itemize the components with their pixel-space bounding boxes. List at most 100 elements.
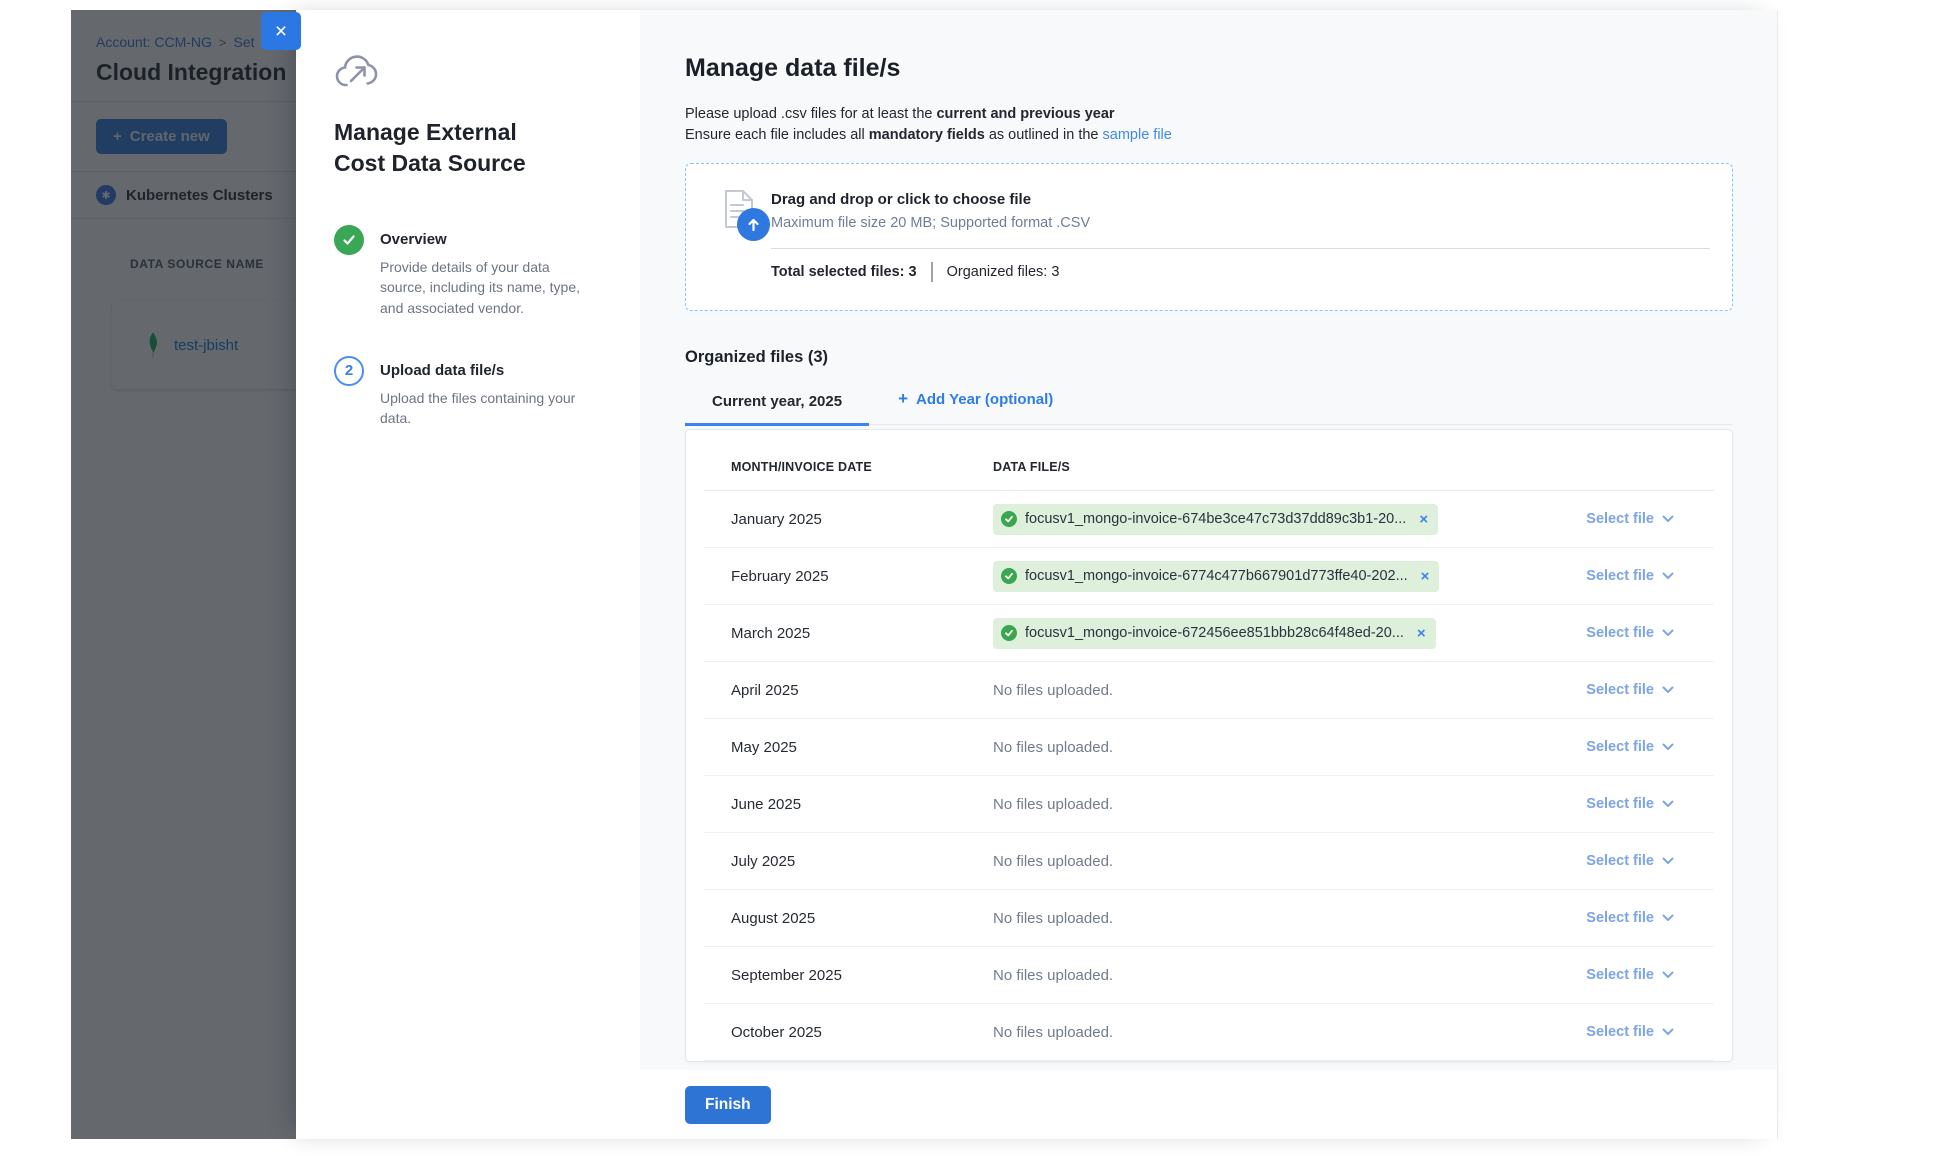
month-label: June 2025 [704, 796, 993, 813]
main-content: Manage data file/s Please upload .csv fi… [640, 10, 1777, 1070]
step-overview[interactable]: Overview Provide details of your data so… [334, 225, 612, 318]
select-file-label: Select file [1586, 796, 1654, 812]
breadcrumb-separator: > [219, 35, 227, 50]
select-file-button[interactable]: Select file [1586, 625, 1674, 641]
tab-kubernetes-clusters[interactable]: ✱ Kubernetes Clusters [71, 172, 296, 219]
chevron-down-icon [1662, 572, 1674, 580]
chevron-down-icon [1662, 515, 1674, 523]
upload-file-icon [723, 189, 775, 245]
select-file-button[interactable]: Select file [1586, 511, 1674, 527]
select-file-button[interactable]: Select file [1586, 796, 1674, 812]
stepper-sidebar: Manage External Cost Data Source Overvie… [296, 10, 640, 1139]
column-header-data-source-name: DATA SOURCE NAME [130, 257, 296, 271]
column-header-data-file: DATA FILE/S [993, 460, 1539, 474]
no-files-text: No files uploaded. [993, 796, 1113, 813]
file-success-check-icon [1001, 625, 1017, 641]
app-window: Account: CCM-NG > Set Cloud Integration + … [71, 10, 1778, 1139]
uploaded-file-chip: focusv1_mongo-invoice-672456ee851bbb28c6… [993, 618, 1436, 649]
finish-button[interactable]: Finish [685, 1086, 771, 1124]
step-upload[interactable]: 2 Upload data file/s Upload the files co… [334, 356, 612, 429]
manage-data-source-drawer: Manage External Cost Data Source Overvie… [296, 10, 1778, 1139]
table-row: August 2025 No files uploaded. Select fi… [704, 890, 1714, 947]
remove-file-icon[interactable]: × [1417, 625, 1426, 642]
chevron-down-icon [1662, 971, 1674, 979]
data-source-row[interactable]: test-jbisht [112, 301, 296, 389]
close-button[interactable]: × [261, 12, 301, 50]
uploaded-file-chip: focusv1_mongo-invoice-674be3ce47c73d37dd… [993, 504, 1438, 535]
page-title: Cloud Integration [96, 59, 296, 86]
table-row: March 2025 focusv1_mongo-invoice-672456e… [704, 605, 1714, 662]
select-file-button[interactable]: Select file [1586, 739, 1674, 755]
select-file-button[interactable]: Select file [1586, 967, 1674, 983]
select-file-label: Select file [1586, 967, 1654, 983]
select-file-button[interactable]: Select file [1586, 568, 1674, 584]
step-overview-description: Provide details of your data source, inc… [380, 257, 594, 318]
divider [71, 171, 296, 172]
month-label: May 2025 [704, 739, 993, 756]
no-files-text: No files uploaded. [993, 739, 1113, 756]
chevron-down-icon [1662, 857, 1674, 865]
close-icon: × [275, 21, 287, 42]
select-file-label: Select file [1586, 739, 1654, 755]
main-title: Manage data file/s [685, 54, 1733, 83]
year-tabs: Current year, 2025 + Add Year (optional) [685, 381, 1733, 425]
month-label: March 2025 [704, 625, 993, 642]
drawer-title: Manage External Cost Data Source [334, 117, 569, 179]
add-year-label: Add Year (optional) [916, 391, 1053, 408]
select-file-button[interactable]: Select file [1586, 1024, 1674, 1040]
mongodb-leaf-icon [144, 332, 162, 358]
organized-files-card: MONTH/INVOICE DATE DATA FILE/S January 2… [685, 429, 1733, 1062]
file-name: focusv1_mongo-invoice-6774c477b667901d77… [1025, 568, 1408, 584]
instruction-text: Ensure each file includes all [685, 127, 869, 143]
dropzone-subtitle: Maximum file size 20 MB; Supported forma… [686, 208, 1732, 231]
select-file-button[interactable]: Select file [1586, 910, 1674, 926]
file-success-check-icon [1001, 568, 1017, 584]
select-file-button[interactable]: Select file [1586, 682, 1674, 698]
no-files-text: No files uploaded. [993, 910, 1113, 927]
month-rows: January 2025 focusv1_mongo-invoice-674be… [704, 491, 1714, 1061]
step-number-badge: 2 [334, 356, 364, 386]
no-files-text: No files uploaded. [993, 1024, 1113, 1041]
chevron-down-icon [1662, 800, 1674, 808]
table-row: May 2025 No files uploaded. Select file [704, 719, 1714, 776]
no-files-text: No files uploaded. [993, 682, 1113, 699]
table-row: June 2025 No files uploaded. Select file [704, 776, 1714, 833]
file-dropzone[interactable]: Drag and drop or click to choose file Ma… [685, 163, 1733, 311]
select-file-label: Select file [1586, 625, 1654, 641]
remove-file-icon[interactable]: × [1421, 568, 1430, 585]
dropzone-title: Drag and drop or click to choose file [686, 164, 1732, 208]
select-file-label: Select file [1586, 568, 1654, 584]
chevron-down-icon [1662, 686, 1674, 694]
column-header-month: MONTH/INVOICE DATE [704, 460, 993, 474]
table-row: January 2025 focusv1_mongo-invoice-674be… [704, 491, 1714, 548]
upload-arrow-icon [737, 208, 770, 241]
divider [771, 248, 1710, 249]
select-file-label: Select file [1586, 682, 1654, 698]
divider [71, 101, 296, 102]
breadcrumb-account-link[interactable]: Account: CCM-NG [96, 34, 212, 50]
file-counters: Total selected files: 3 Organized files:… [771, 262, 1732, 282]
select-file-label: Select file [1586, 910, 1654, 926]
instruction-bold: current and previous year [936, 106, 1114, 122]
month-label: July 2025 [704, 853, 993, 870]
chevron-down-icon [1662, 1028, 1674, 1036]
data-source-link[interactable]: test-jbisht [174, 337, 238, 354]
kubernetes-tab-label: Kubernetes Clusters [126, 187, 273, 204]
select-file-button[interactable]: Select file [1586, 853, 1674, 869]
main-panel: Manage data file/s Please upload .csv fi… [640, 10, 1778, 1139]
breadcrumb-section-link[interactable]: Set [234, 34, 255, 50]
tab-current-year[interactable]: Current year, 2025 [685, 393, 869, 426]
instruction-text: as outlined in the [985, 127, 1103, 143]
sample-file-link[interactable]: sample file [1103, 127, 1172, 143]
table-row: September 2025 No files uploaded. Select… [704, 947, 1714, 1004]
organized-files-count: Organized files: 3 [947, 264, 1060, 280]
create-new-button[interactable]: + Create new [96, 119, 227, 154]
month-label: February 2025 [704, 568, 993, 585]
add-year-button[interactable]: + Add Year (optional) [869, 389, 1053, 424]
upload-instructions: Please upload .csv files for at least th… [685, 104, 1733, 146]
table-header-row: MONTH/INVOICE DATE DATA FILE/S [704, 430, 1714, 491]
external-cloud-icon [334, 55, 378, 93]
table-row: February 2025 focusv1_mongo-invoice-6774… [704, 548, 1714, 605]
remove-file-icon[interactable]: × [1419, 511, 1428, 528]
month-label: August 2025 [704, 910, 993, 927]
